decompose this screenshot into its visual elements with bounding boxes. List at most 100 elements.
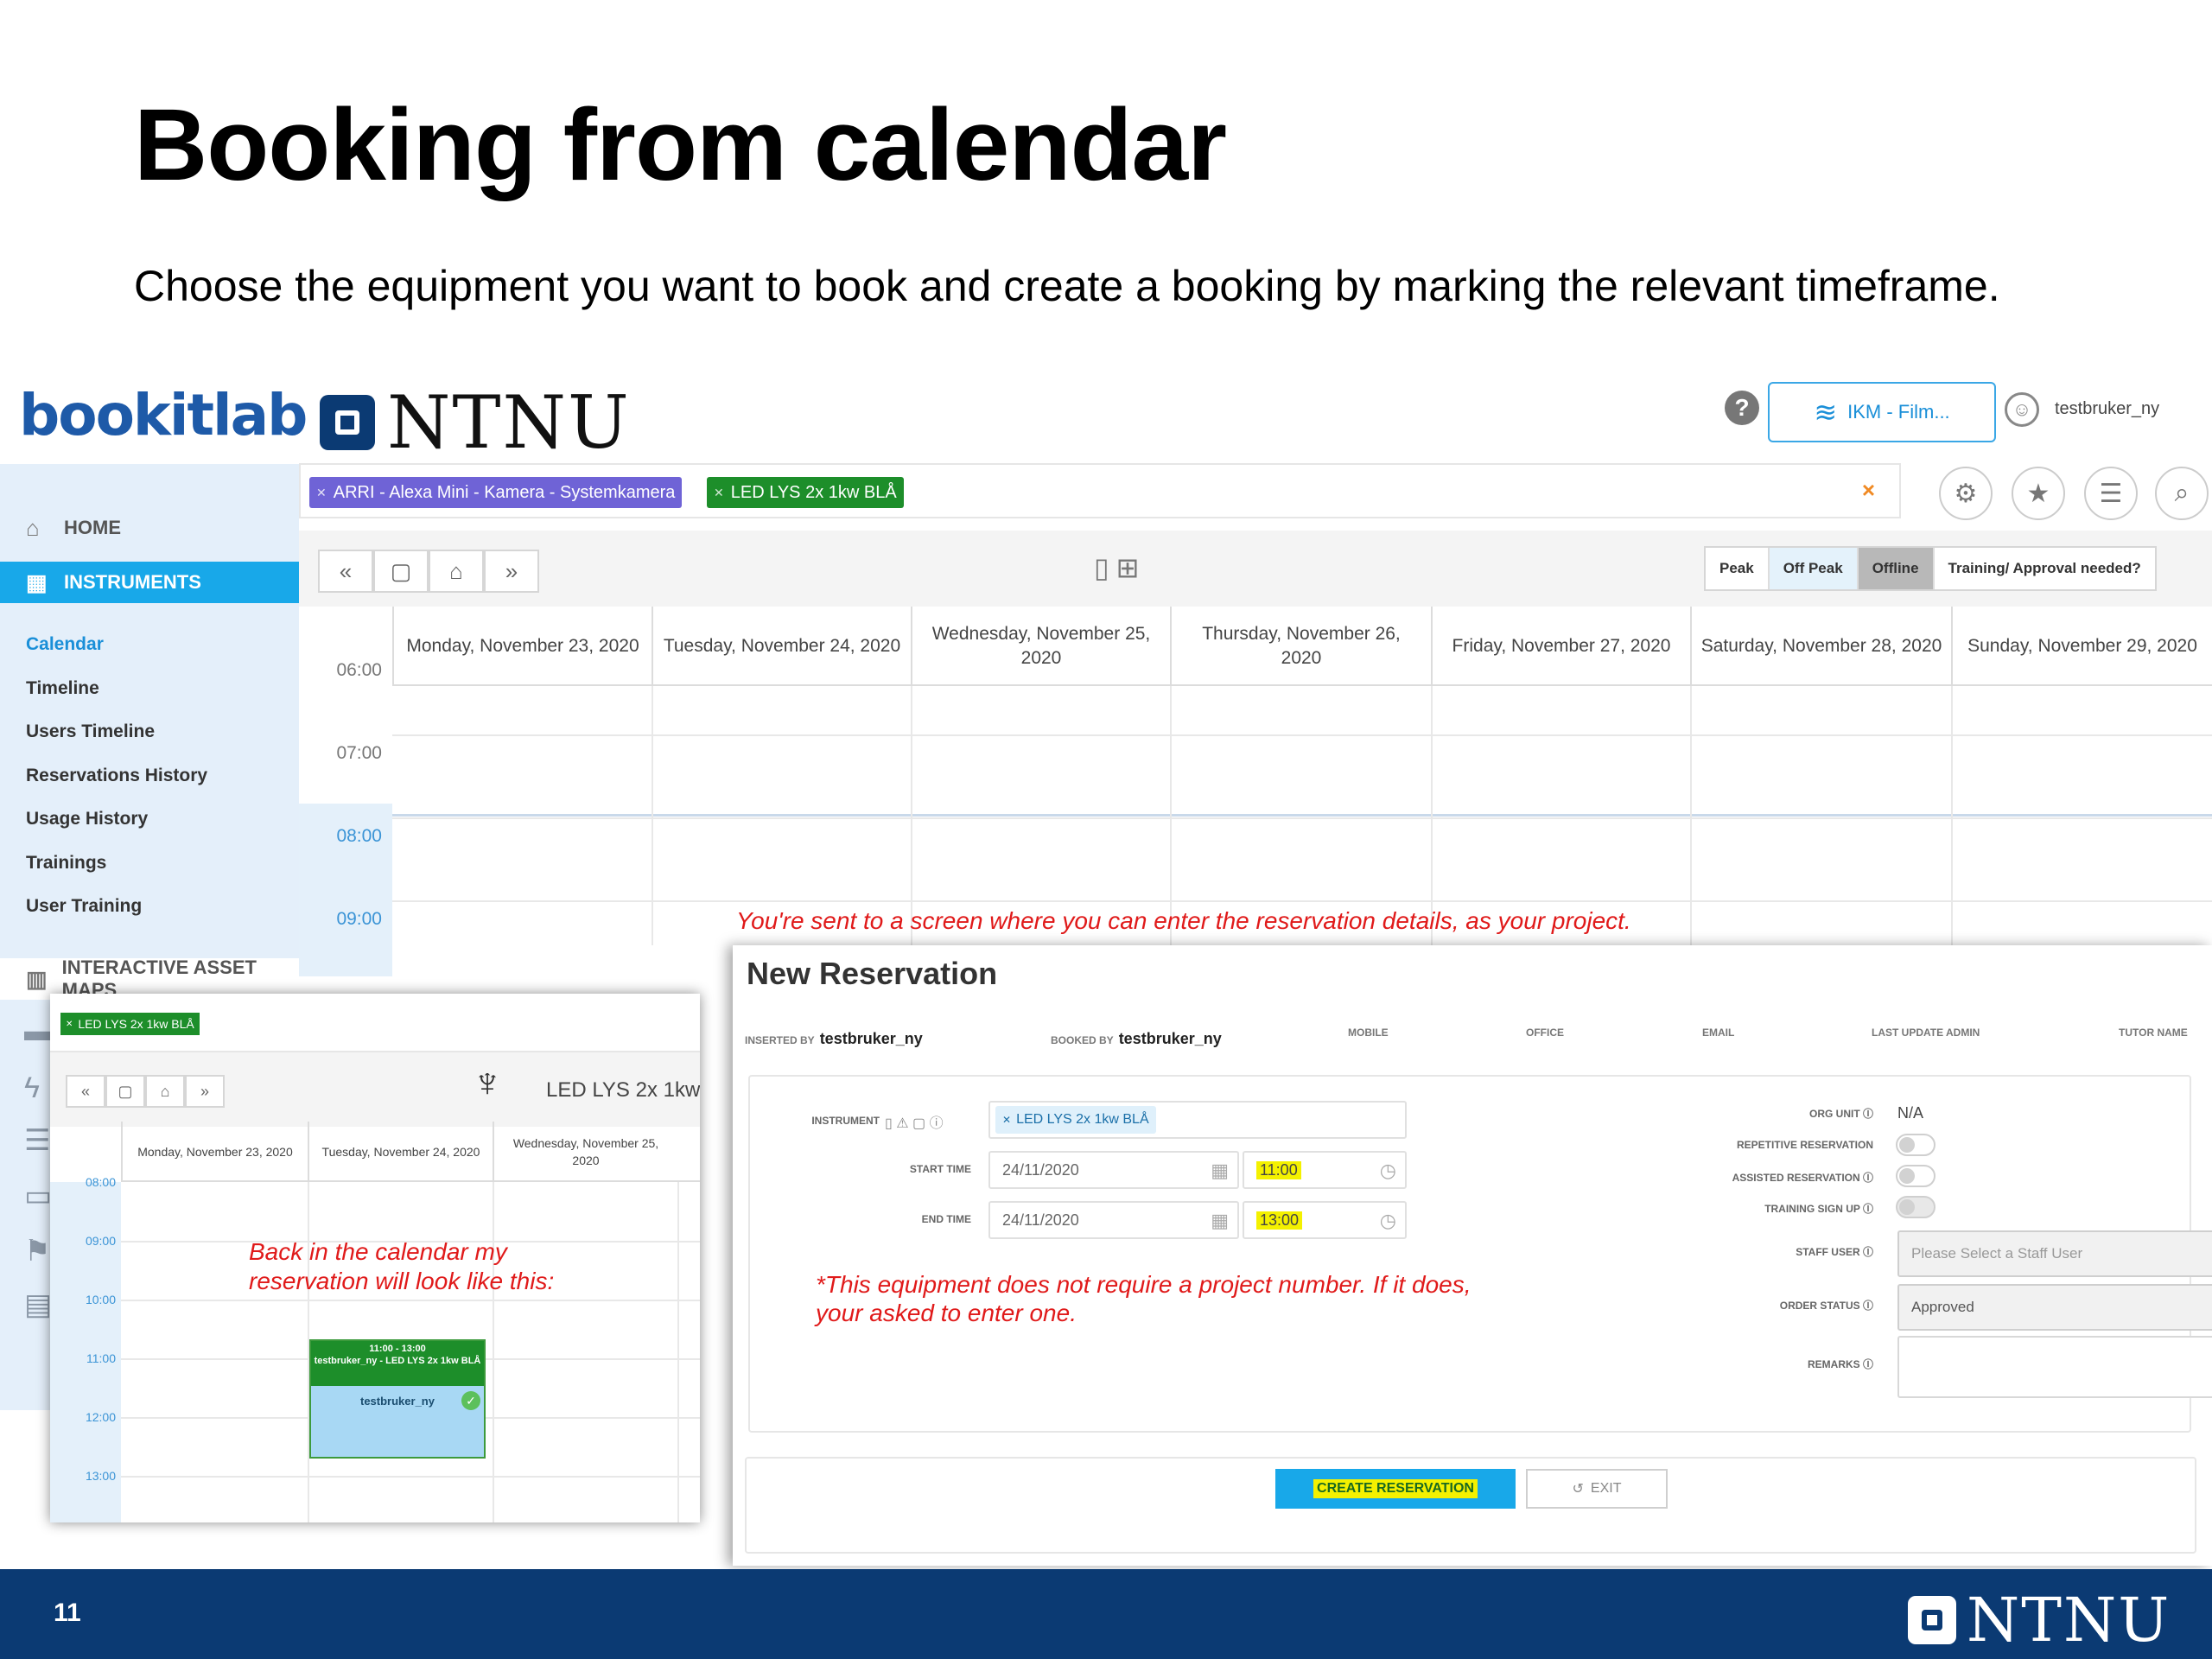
legend-peak: Peak [1706,548,1770,589]
user-avatar-icon[interactable]: ☺ [2005,392,2039,427]
mini-hour-label: 12:00 [85,1410,116,1424]
ntnu-logo: NTNU [320,380,631,465]
mini-today-button[interactable]: ⌂ [145,1075,185,1108]
sidebar-item-timeline[interactable]: Timeline [26,678,99,699]
mini-instrument-title: LED LYS 2x 1kw BLÅ [546,1078,700,1102]
remove-chip-icon[interactable]: ✕ [714,486,724,500]
double-chevron-left-icon: « [339,557,353,584]
mini-day-header[interactable]: Tuesday, November 24, 2020 [308,1122,493,1182]
mini-hour-label: 11:00 [86,1351,116,1365]
mini-date-button[interactable]: ▢ [105,1075,145,1108]
instrument-info-icons[interactable]: ▯ ⚠ ▢ ⓘ [885,1111,944,1132]
favorites-button[interactable]: ★ [2012,467,2065,520]
mini-chip-label: LED LYS 2x 1kw BLÅ [78,1017,194,1031]
day-header[interactable]: Tuesday, November 24, 2020 [652,607,911,686]
flag-icon[interactable]: ⚑ [24,1234,50,1268]
list-icon[interactable]: ☰ [24,1123,50,1158]
footer-ntnu-wordmark: NTNU [1967,1585,2171,1656]
remarks-textarea[interactable] [1897,1336,2212,1398]
assisted-toggle[interactable] [1896,1165,1936,1187]
new-reservation-panel: New Reservation Inserted by testbruker_ny… [733,945,2212,1566]
mini-grid-column [493,1182,494,1522]
grid-column [1951,686,1953,945]
mini-day-header[interactable]: Wednesday, November 25, 2020 [493,1122,677,1182]
training-toggle[interactable] [1896,1196,1936,1218]
day-header[interactable]: Friday, November 27, 2020 [1431,607,1690,686]
mini-next-button[interactable]: » [185,1075,225,1108]
nav-instruments[interactable]: ▦ INSTRUMENTS [0,562,299,603]
search-button[interactable]: ⌕ [2155,467,2209,520]
clock-icon[interactable]: ◷ [1380,1210,1396,1232]
chat-icon[interactable]: ▬ [24,1014,54,1048]
day-header[interactable]: Thursday, November 26, 2020 [1170,607,1431,686]
end-time-label: End time [921,1213,971,1225]
brand: bookitlab [0,373,308,464]
help-icon[interactable]: ? [1725,391,1759,425]
create-reservation-button[interactable]: CREATE RESERVATION [1275,1469,1516,1509]
bolt-icon[interactable]: ϟ [24,1071,40,1105]
instrument-filter-bar[interactable]: ✕ ARRI - Alexa Mini - Kamera - Systemkam… [299,463,1901,518]
folder-icon[interactable]: ▤ [24,1287,52,1322]
remove-chip-icon[interactable]: ✕ [1002,1114,1011,1126]
mini-toolbar: « ▢ ⌂ » ♆ LED LYS 2x 1kw BLÅ [50,1052,700,1127]
brand-logo[interactable]: bookitlab [19,382,308,448]
end-date-input[interactable]: 24/11/2020 ▦ [988,1201,1239,1239]
list-view-button[interactable]: ☰ [2084,467,2138,520]
annotation-sent-to: You're sent to a screen where you can en… [736,907,1631,934]
nav-home[interactable]: ⌂ HOME [0,507,299,549]
username[interactable]: testbruker_ny [2055,399,2159,419]
event-header: 11:00 - 13:00 testbruker_ny - LED LYS 2x… [311,1341,484,1386]
sidebar-item-calendar[interactable]: Calendar [26,634,104,655]
sidebar-item-user-training[interactable]: User Training [26,896,142,917]
prev-button[interactable]: « [318,550,373,593]
calendar-icon[interactable]: ▦ [1211,1210,1229,1232]
today-button[interactable]: ⌂ [429,550,484,593]
calendar-icon[interactable]: ▦ [1211,1160,1229,1182]
day-header[interactable]: Wednesday, November 25, 2020 [911,607,1170,686]
day-header[interactable]: Saturday, November 28, 2020 [1690,607,1951,686]
order-status-select[interactable]: Approved⌄ [1897,1284,2212,1331]
footer-ntnu-logo: NTNU [1908,1585,2171,1656]
clock-icon[interactable]: ◷ [1380,1160,1396,1182]
end-time-input[interactable]: 13:00 ◷ [1243,1201,1407,1239]
repetitive-toggle[interactable] [1896,1134,1936,1156]
calendar-grid-icon: ▦ [26,569,48,595]
mini-filter-bar[interactable]: ✕ LED LYS 2x 1kw BLÅ [50,994,700,1052]
staff-user-select[interactable]: Please Select a Staff User▾ [1897,1230,2212,1277]
reservation-event[interactable]: 11:00 - 13:00 testbruker_ny - LED LYS 2x… [309,1339,486,1459]
remove-chip-icon[interactable]: ✕ [316,486,327,500]
annotation-back-in-calendar: Back in the calendar my reservation will… [249,1238,555,1294]
grid-line [392,900,2212,902]
staff-user-label: Staff user ⓘ [1796,1246,1873,1258]
document-icons[interactable]: ▯⊞ [1094,551,1146,584]
project-selector-button[interactable]: ≋ IKM - Film... [1768,382,1996,442]
user-settings-button[interactable]: ⚙ [1939,467,1993,520]
day-header[interactable]: Sunday, November 29, 2020 [1951,607,2212,686]
instrument-chip[interactable]: ✕ LED LYS 2x 1kw BLÅ [995,1106,1156,1134]
sidebar-item-usage-history[interactable]: Usage History [26,809,148,830]
sidebar-item-reservations-history[interactable]: Reservations History [26,766,207,786]
filter-chip-led[interactable]: ✕ LED LYS 2x 1kw BLÅ [707,477,904,508]
start-time-value: 11:00 [1256,1160,1301,1179]
remove-chip-icon[interactable]: ✕ [66,1020,73,1029]
monitor-icon[interactable]: ▭ [24,1179,52,1213]
day-header[interactable]: Monday, November 23, 2020 [392,607,652,686]
mini-filter-chip[interactable]: ✕ LED LYS 2x 1kw BLÅ [60,1013,200,1035]
sidebar-item-users-timeline[interactable]: Users Timeline [26,721,155,742]
next-button[interactable]: » [484,550,539,593]
mini-prev-button[interactable]: « [66,1075,105,1108]
date-picker-button[interactable]: ▢ [373,550,429,593]
legend-off-peak: Off Peak [1769,548,1859,589]
sidebar-item-trainings[interactable]: Trainings [26,853,106,874]
start-date-input[interactable]: 24/11/2020 ▦ [988,1151,1239,1189]
clear-filter-icon[interactable]: × [1862,477,1875,504]
meta-last-update-admin: Last update admin [1872,1027,1980,1039]
assisted-label: Assisted reservation ⓘ [1732,1172,1873,1184]
filter-chip-arri[interactable]: ✕ ARRI - Alexa Mini - Kamera - Systemkam… [309,477,683,508]
instrument-field[interactable]: ✕ LED LYS 2x 1kw BLÅ [988,1101,1407,1139]
nav-home-label: HOME [64,517,121,538]
start-time-input[interactable]: 11:00 ◷ [1243,1151,1407,1189]
calendar-legend: Peak Off Peak Offline Training/ Approval… [1704,546,2157,591]
exit-button[interactable]: ↺ EXIT [1526,1469,1668,1509]
mini-day-header[interactable]: Monday, November 23, 2020 [121,1122,308,1182]
